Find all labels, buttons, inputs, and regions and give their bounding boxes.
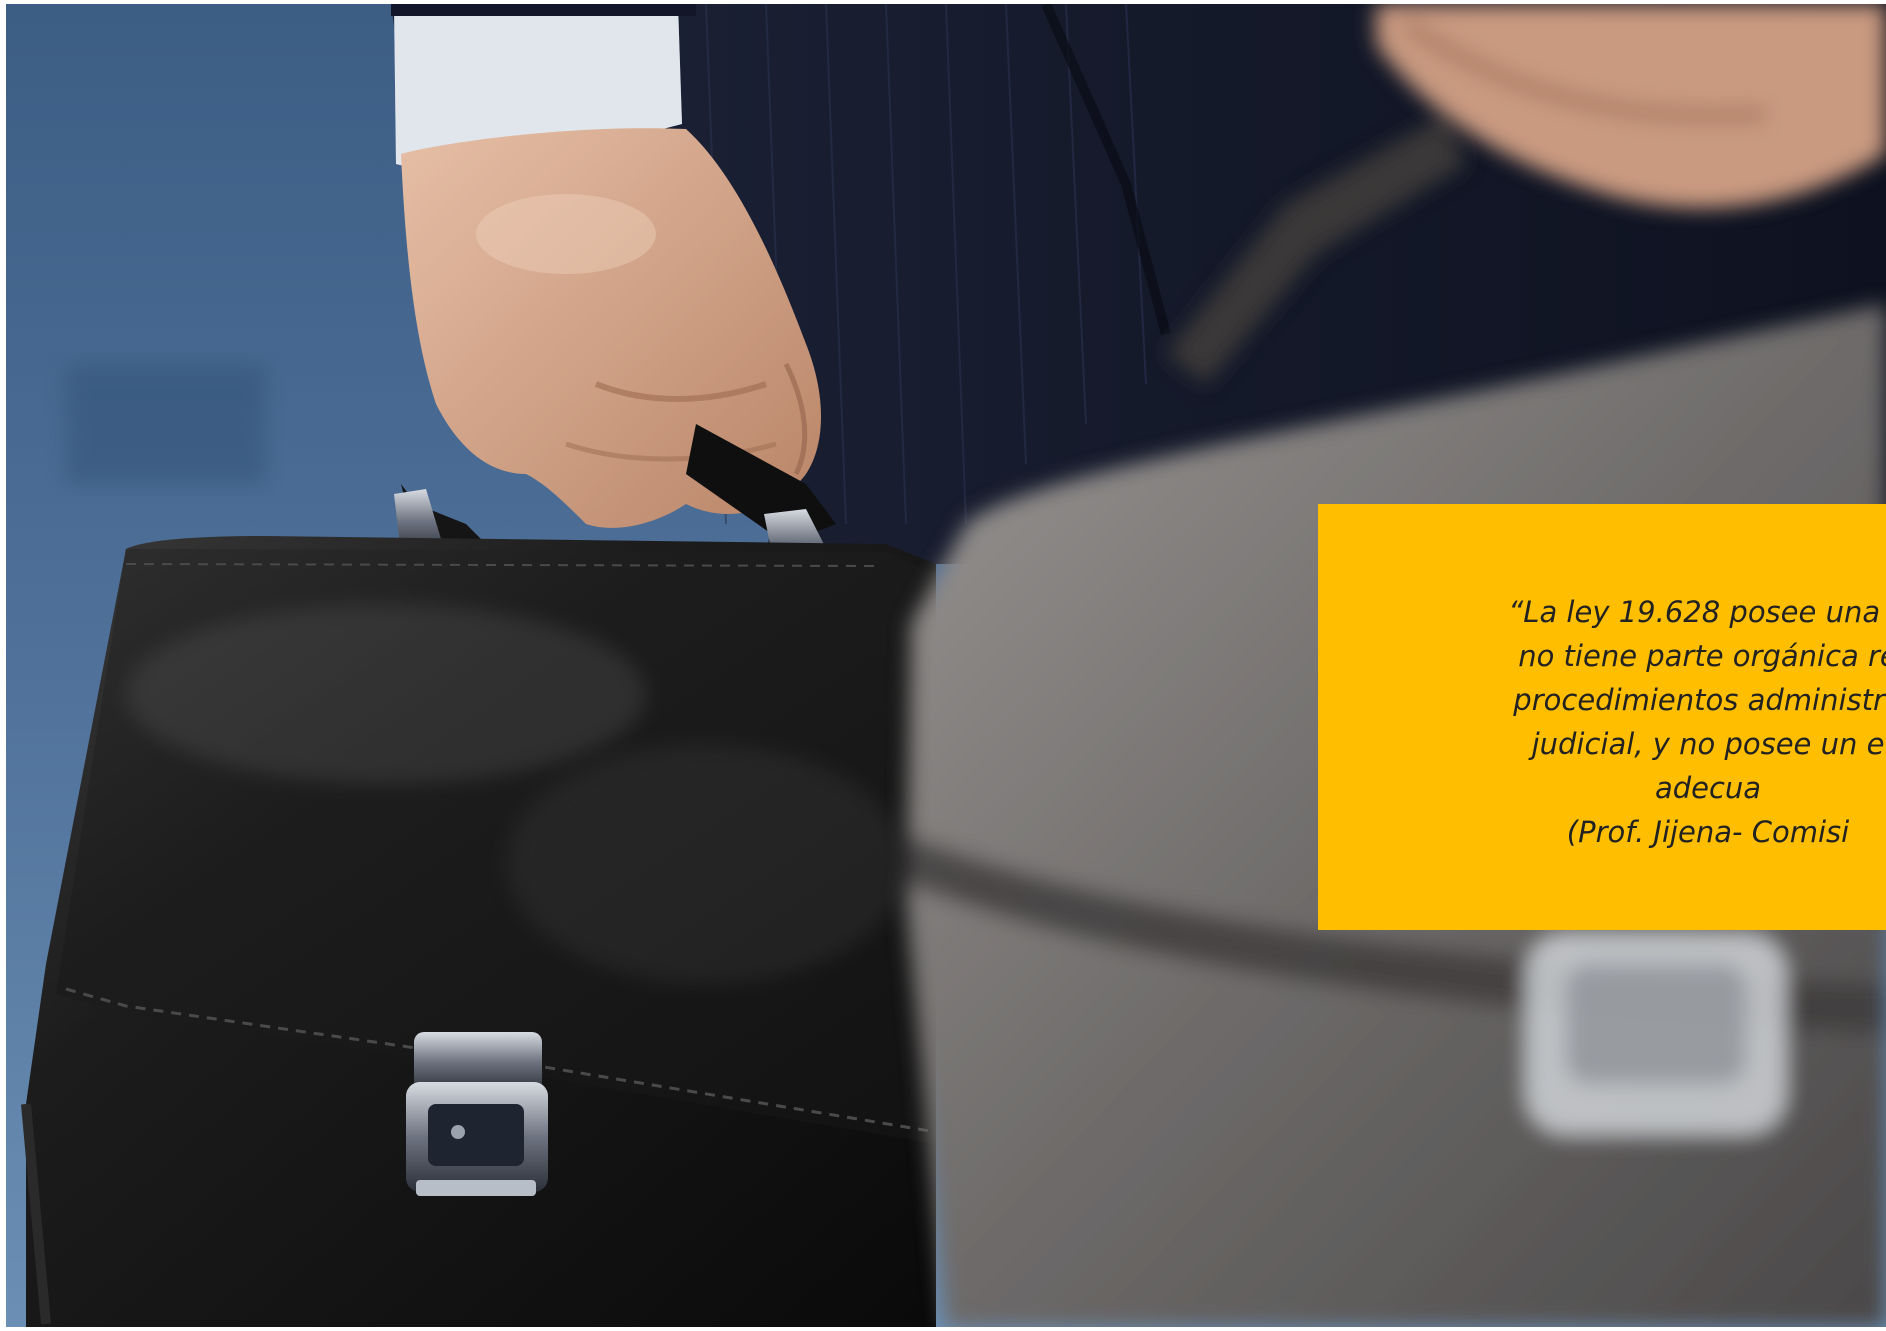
quote-line: “La ley 19.628 posee una p <box>1508 595 1886 629</box>
quote-text: “La ley 19.628 posee una p no tiene part… <box>1348 590 1886 854</box>
quote-line: adecua <box>1654 771 1762 805</box>
quote-box: “La ley 19.628 posee una p no tiene part… <box>1318 504 1886 930</box>
slide-frame: “La ley 19.628 posee una p no tiene part… <box>6 4 1886 1327</box>
quote-line: procedimientos administra <box>1513 683 1886 717</box>
quote-line: no tiene parte orgánica re <box>1518 639 1886 673</box>
quote-line: judicial, y no posee un e <box>1531 727 1885 761</box>
quote-attribution: (Prof. Jijena- Comisi <box>1566 815 1850 849</box>
